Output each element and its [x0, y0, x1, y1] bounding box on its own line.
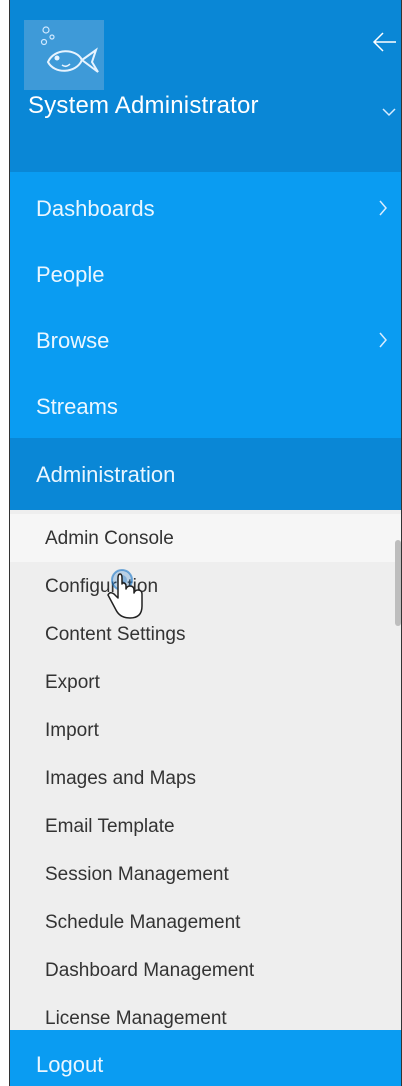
main-nav: Dashboards People Browse Streams: [10, 172, 401, 438]
submenu-item-email-template[interactable]: Email Template: [10, 802, 401, 850]
chevron-right-icon: [379, 332, 387, 348]
chevron-down-icon: [382, 108, 396, 117]
submenu-item-label: Email Template: [45, 816, 175, 837]
submenu-item-label: Admin Console: [45, 528, 174, 549]
user-menu-toggle[interactable]: [382, 104, 396, 122]
nav-item-label: Dashboards: [36, 196, 155, 221]
nav-item-browse[interactable]: Browse: [10, 308, 401, 374]
sidebar-panel: System Administrator Dashboards People B…: [9, 0, 402, 1086]
fish-icon: [40, 26, 99, 73]
nav-item-people[interactable]: People: [10, 242, 401, 308]
submenu-item-label: Images and Maps: [45, 768, 197, 789]
submenu-item-configuration[interactable]: Configuration: [10, 562, 401, 610]
nav-item-label: Browse: [36, 328, 110, 353]
nav-item-administration[interactable]: Administration: [10, 438, 401, 510]
submenu-item-label: Schedule Management: [45, 912, 241, 933]
nav-item-streams[interactable]: Streams: [10, 374, 401, 440]
logout-button[interactable]: Logout: [10, 1030, 401, 1086]
submenu-item-schedule-management[interactable]: Schedule Management: [10, 898, 401, 946]
submenu-item-label: Import: [45, 720, 99, 741]
user-name[interactable]: System Administrator: [28, 92, 259, 120]
logout-label: Logout: [36, 1052, 104, 1077]
submenu-item-label: Export: [45, 672, 100, 693]
submenu-item-admin-console[interactable]: Admin Console: [10, 514, 401, 562]
avatar[interactable]: [24, 20, 104, 90]
nav-item-label: Administration: [36, 462, 176, 487]
nav-item-label: Streams: [36, 394, 118, 419]
hand-cursor-icon: [100, 568, 150, 628]
submenu-item-session-management[interactable]: Session Management: [10, 850, 401, 898]
sidebar-header: System Administrator: [10, 0, 401, 172]
back-button[interactable]: [370, 28, 398, 56]
submenu-item-images-and-maps[interactable]: Images and Maps: [10, 754, 401, 802]
arrow-left-icon: [372, 32, 396, 52]
submenu-item-dashboard-management[interactable]: Dashboard Management: [10, 946, 401, 994]
submenu-scrollbar[interactable]: [395, 540, 401, 626]
nav-item-label: People: [36, 262, 105, 287]
submenu-item-label: Session Management: [45, 864, 229, 885]
admin-submenu: Admin Console Configuration Content Sett…: [10, 510, 401, 1030]
submenu-item-content-settings[interactable]: Content Settings: [10, 610, 401, 658]
nav-item-dashboards[interactable]: Dashboards: [10, 176, 401, 242]
submenu-item-import[interactable]: Import: [10, 706, 401, 754]
submenu-item-export[interactable]: Export: [10, 658, 401, 706]
chevron-right-icon: [379, 200, 387, 216]
submenu-item-label: License Management: [45, 1008, 227, 1029]
submenu-item-label: Dashboard Management: [45, 960, 255, 981]
